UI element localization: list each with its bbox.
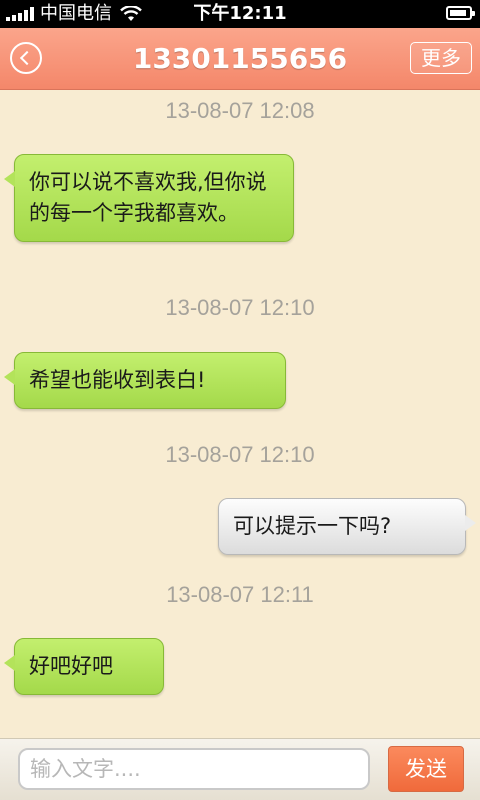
- conversation-area[interactable]: 13-08-07 12:08 你可以说不喜欢我,但你说的每一个字我都喜欢。 13…: [0, 90, 480, 738]
- message-timestamp: 13-08-07 12:10: [165, 295, 315, 320]
- battery-icon: [446, 6, 475, 20]
- contact-number-title: 13301155656: [132, 42, 348, 75]
- message-input[interactable]: [18, 748, 370, 790]
- more-button[interactable]: 更多: [410, 42, 472, 74]
- title-bar: 13301155656 更多: [0, 28, 480, 90]
- incoming-message-bubble[interactable]: 你可以说不喜欢我,但你说的每一个字我都喜欢。: [4, 154, 294, 242]
- message-timestamp: 13-08-07 12:11: [166, 582, 314, 607]
- incoming-message-bubble[interactable]: 希望也能收到表白!: [4, 352, 286, 409]
- status-time: 下午12:11: [193, 3, 287, 24]
- composer-bar: 发送: [0, 738, 480, 800]
- message-timestamp: 13-08-07 12:08: [165, 98, 315, 123]
- status-bar: 中国电信 下午12:11: [0, 0, 480, 28]
- incoming-message-bubble[interactable]: 好吧好吧: [4, 638, 164, 695]
- message-timestamp: 13-08-07 12:10: [165, 442, 315, 467]
- outgoing-message-bubble[interactable]: 可以提示一下吗?: [218, 498, 476, 555]
- back-icon[interactable]: [10, 42, 42, 74]
- send-button[interactable]: 发送: [388, 746, 464, 792]
